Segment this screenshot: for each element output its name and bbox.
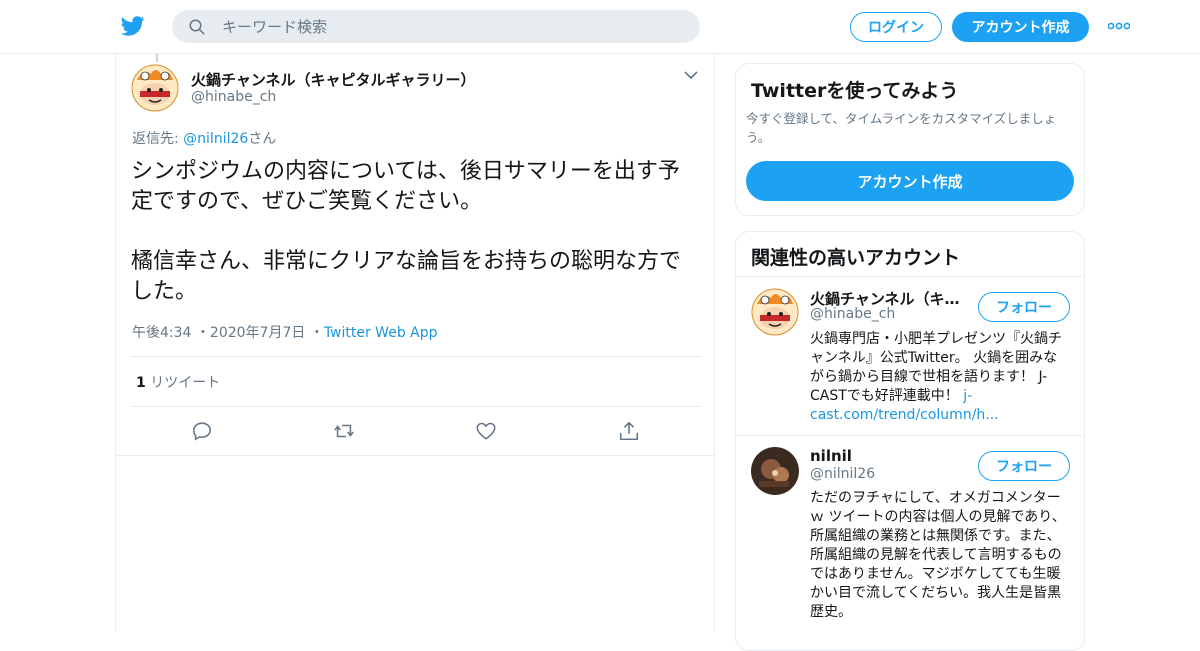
search-icon bbox=[189, 19, 205, 35]
divider bbox=[736, 276, 1084, 277]
retweet-stats[interactable]: 1 リツイート bbox=[136, 372, 220, 392]
account-avatar[interactable] bbox=[751, 447, 799, 495]
share-icon[interactable] bbox=[618, 420, 640, 442]
retweet-icon[interactable] bbox=[333, 420, 355, 442]
signup-card: Twitterを使ってみよう 今すぐ登録して、タイムラインをカスタマイズしましょ… bbox=[735, 63, 1085, 216]
search-input[interactable] bbox=[222, 10, 682, 43]
divider bbox=[131, 406, 701, 407]
login-button[interactable]: ログイン bbox=[850, 12, 942, 42]
related-accounts-card: 関連性の高いアカウント 火鍋チャンネル（キ… @hinabe_ch フォロー 火… bbox=[735, 231, 1085, 651]
tweet-text: シンポジウムの内容については、後日サマリーを出す予定ですので、ぜひご笑覧ください… bbox=[131, 159, 682, 304]
retweet-label: リツイート bbox=[150, 375, 221, 391]
avatar-hotpot-icon bbox=[751, 288, 799, 336]
meta-dot: ・ bbox=[195, 325, 210, 341]
avatar-photo-icon bbox=[751, 447, 799, 495]
reply-suffix: さん bbox=[248, 131, 277, 147]
meta-dot: ・ bbox=[309, 325, 324, 341]
signup-button[interactable]: アカウント作成 bbox=[952, 12, 1089, 42]
reply-prefix: 返信先: bbox=[132, 131, 184, 147]
avatar-hotpot-icon bbox=[131, 64, 179, 112]
signup-card-title: Twitterを使ってみよう bbox=[751, 80, 959, 102]
follow-button[interactable]: フォロー bbox=[978, 292, 1070, 322]
top-bar: ログイン アカウント作成 bbox=[0, 0, 1200, 54]
account-avatar[interactable] bbox=[751, 288, 799, 336]
tweet-bottom-border bbox=[116, 455, 714, 456]
chevron-down-icon[interactable] bbox=[684, 70, 698, 80]
tweet-date[interactable]: 2020年7月7日 bbox=[210, 325, 305, 341]
account-bio-text: 火鍋専門店・小肥羊プレゼンツ『火鍋チャンネル』公式Twitter。 火鍋を囲みな… bbox=[810, 331, 1062, 404]
account-name[interactable]: nilnil bbox=[810, 447, 852, 465]
signup-card-subtitle: 今すぐ登録して、タイムラインをカスタマイズしましょう。 bbox=[746, 111, 1057, 145]
account-handle[interactable]: @hinabe_ch bbox=[810, 306, 895, 322]
retweet-count: 1 bbox=[136, 375, 146, 391]
author-name[interactable]: 火鍋チャンネル（キャピタルギャラリー） bbox=[191, 69, 476, 90]
author-handle[interactable]: @hinabe_ch bbox=[191, 89, 276, 105]
tweet-source-link[interactable]: Twitter Web App bbox=[324, 325, 438, 341]
twitter-bird-icon[interactable] bbox=[120, 14, 146, 38]
follow-button[interactable]: フォロー bbox=[978, 451, 1070, 481]
account-bio: ただのヲチャにして、オメガコメンターｗ ツイートの内容は個人の見解であり、所属組… bbox=[810, 490, 1066, 620]
avatar[interactable] bbox=[131, 64, 179, 112]
reply-icon[interactable] bbox=[191, 420, 213, 442]
tweet-timestamp: 午後4:34 ・2020年7月7日 ・Twitter Web App bbox=[132, 322, 438, 342]
reply-handle-link[interactable]: @nilnil26 bbox=[183, 131, 248, 147]
thread-line bbox=[156, 54, 158, 62]
tweet-column: 火鍋チャンネル（キャピタルギャラリー） @hinabe_ch 返信先: @nil… bbox=[115, 54, 715, 630]
related-accounts-title: 関連性の高いアカウント bbox=[751, 247, 961, 269]
search-bar[interactable] bbox=[172, 10, 700, 43]
more-icon[interactable] bbox=[1108, 22, 1130, 30]
tweet-time[interactable]: 午後4:34 bbox=[132, 325, 191, 341]
like-icon[interactable] bbox=[475, 420, 497, 442]
reply-context: 返信先: @nilnil26さん bbox=[132, 128, 276, 148]
divider bbox=[131, 356, 701, 357]
divider bbox=[736, 435, 1084, 436]
account-handle[interactable]: @nilnil26 bbox=[810, 466, 875, 482]
sidebar-signup-button[interactable]: アカウント作成 bbox=[746, 161, 1074, 201]
account-bio: 火鍋専門店・小肥羊プレゼンツ『火鍋チャンネル』公式Twitter。 火鍋を囲みな… bbox=[810, 330, 1070, 425]
